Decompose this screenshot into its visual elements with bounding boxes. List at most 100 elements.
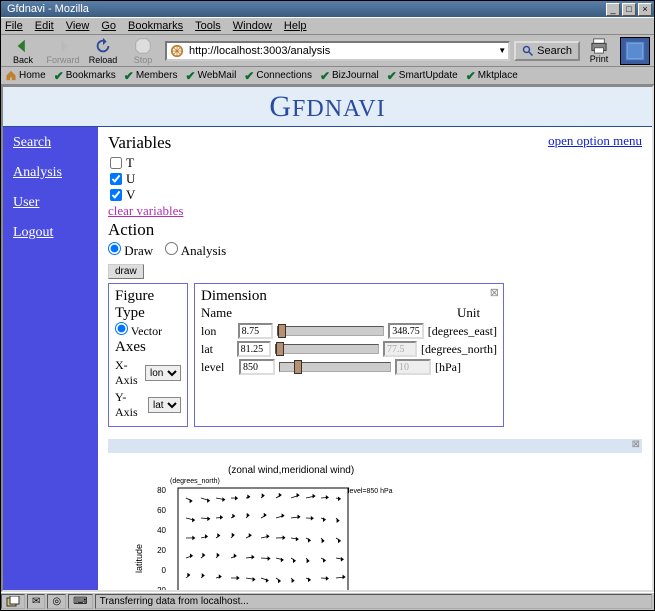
var-u-checkbox[interactable] [110, 173, 122, 185]
search-button[interactable]: Search [514, 41, 580, 61]
menu-bookmarks[interactable]: Bookmarks [128, 20, 183, 32]
tb-smartupdate[interactable]: ✔SmartUpdate [387, 69, 458, 83]
reload-button[interactable]: Reload [85, 37, 121, 65]
dim-lat-from[interactable]: 81.25 [237, 341, 271, 357]
tb-bizjournal[interactable]: ✔BizJournal [320, 69, 379, 83]
dim-level-to[interactable]: 10 [395, 359, 431, 375]
menu-help[interactable]: Help [284, 20, 307, 32]
svg-text:60: 60 [157, 506, 166, 515]
dropdown-icon[interactable]: ▼ [498, 46, 506, 55]
action-draw-radio[interactable] [108, 242, 121, 255]
clear-variables-link[interactable]: clear variables [108, 203, 183, 218]
close-icon[interactable]: ⊠ [490, 286, 499, 299]
collapse-bar[interactable]: ⊠ [108, 439, 642, 453]
tb-home[interactable]: Home [5, 70, 46, 81]
tb-webmail[interactable]: ✔WebMail [186, 69, 237, 83]
swoosh-icon: ✔ [186, 69, 196, 83]
sidebar: Search Analysis User Logout [3, 127, 98, 590]
mozilla-window: Gfdnavi - Mozilla _ □ × File Edit View G… [0, 0, 655, 611]
dimension-panel: ⊠ Dimension Name Unit lon 8.75 348.75 [d… [194, 283, 504, 427]
var-t-checkbox[interactable] [110, 157, 122, 169]
close-icon[interactable]: ⊠ [632, 439, 640, 450]
print-icon [590, 38, 608, 54]
back-button[interactable]: Back [5, 37, 41, 65]
swoosh-icon: ✔ [466, 69, 476, 83]
var-u-label: U [126, 171, 135, 187]
menu-edit[interactable]: Edit [35, 20, 54, 32]
var-v-checkbox[interactable] [110, 189, 122, 201]
back-icon [14, 37, 32, 55]
swoosh-icon: ✔ [124, 69, 134, 83]
dimension-title: Dimension [201, 288, 497, 305]
dim-lon-slider[interactable] [277, 326, 385, 336]
svg-text:latitude: latitude [134, 544, 144, 573]
dim-lon-to[interactable]: 348.75 [388, 323, 424, 339]
forward-icon [54, 37, 72, 55]
dim-lat-slider[interactable] [275, 344, 379, 354]
vector-plot: (zonal wind,meridional wind) (degrees_no… [128, 463, 408, 590]
tb-members[interactable]: ✔Members [124, 69, 178, 83]
menu-window[interactable]: Window [233, 20, 272, 32]
sidebar-search[interactable]: Search [13, 135, 88, 151]
dim-name-header: Name [201, 305, 259, 321]
minimize-button[interactable]: _ [606, 3, 620, 16]
content-area: GFDNAVI Search Analysis User Logout open… [1, 85, 654, 592]
draw-button[interactable]: draw [108, 264, 144, 279]
figure-type-title: Figure Type [115, 288, 181, 322]
tb-bookmarks[interactable]: ✔Bookmarks [54, 69, 116, 83]
dim-level-slider[interactable] [279, 362, 391, 372]
menu-go[interactable]: Go [101, 20, 116, 32]
svg-text:40: 40 [157, 526, 166, 535]
var-t-label: T [126, 155, 134, 171]
menu-tools[interactable]: Tools [195, 20, 221, 32]
dim-lon-label: lon [201, 324, 234, 339]
xaxis-select[interactable]: lon [145, 365, 181, 381]
dim-level-unit: [hPa] [435, 360, 461, 375]
status-message: Transferring data from localhost... [95, 594, 652, 609]
status-security-icon: ✉ [27, 594, 45, 609]
titlebar: Gfdnavi - Mozilla _ □ × [1, 1, 654, 17]
status-shield-icon: ⌨ [68, 594, 92, 609]
dim-lon-unit: [degrees_east] [428, 324, 497, 339]
sidebar-analysis[interactable]: Analysis [13, 165, 88, 181]
action-analysis-radio[interactable] [165, 242, 178, 255]
stop-button[interactable]: Stop [125, 37, 161, 65]
open-option-menu-link[interactable]: open option menu [548, 133, 642, 149]
status-cookie-icon: ◎ [47, 594, 66, 609]
tb-connections[interactable]: ✔Connections [244, 69, 312, 83]
url-bar[interactable]: http://localhost:3003/analysis ▼ [165, 41, 510, 61]
reload-icon [94, 37, 112, 55]
yaxis-select[interactable]: lat [148, 397, 181, 413]
search-icon [522, 45, 534, 57]
swoosh-icon: ✔ [54, 69, 64, 83]
menu-file[interactable]: File [5, 20, 23, 32]
stop-icon [134, 37, 152, 55]
site-icon [169, 43, 185, 59]
plot-title: (zonal wind,meridional wind) [228, 465, 354, 476]
dim-lat-to[interactable]: 77.5 [383, 341, 417, 357]
maximize-button[interactable]: □ [622, 3, 636, 16]
figuretype-vector-radio[interactable] [115, 322, 128, 335]
status-icon [1, 594, 25, 609]
yaxis-label: Y-Axis [115, 390, 144, 420]
plot-annotation: level=850 hPa [348, 488, 393, 495]
sidebar-user[interactable]: User [13, 195, 88, 211]
var-v-label: V [126, 187, 135, 203]
menu-view[interactable]: View [66, 20, 90, 32]
dim-lon-from[interactable]: 8.75 [238, 323, 273, 339]
page-body: open option menu Variables T U V clear v… [98, 127, 652, 590]
forward-button[interactable]: Forward [45, 37, 81, 65]
window-title: Gfdnavi - Mozilla [3, 3, 604, 15]
home-icon [5, 70, 17, 81]
tb-mktplace[interactable]: ✔Mktplace [466, 69, 518, 83]
dim-level-from[interactable]: 850 [239, 359, 275, 375]
figure-type-panel: Figure Type Vector Axes X-Axis lon Y-Axi… [108, 283, 188, 427]
print-button[interactable]: Print [584, 38, 614, 64]
plot-yunit: (degrees_north) [170, 478, 220, 485]
swoosh-icon: ✔ [387, 69, 397, 83]
dim-unit-header: Unit [457, 305, 480, 321]
menubar: File Edit View Go Bookmarks Tools Window… [1, 17, 654, 35]
sidebar-logout[interactable]: Logout [13, 225, 88, 241]
throbber-icon [620, 37, 650, 65]
close-button[interactable]: × [638, 3, 652, 16]
